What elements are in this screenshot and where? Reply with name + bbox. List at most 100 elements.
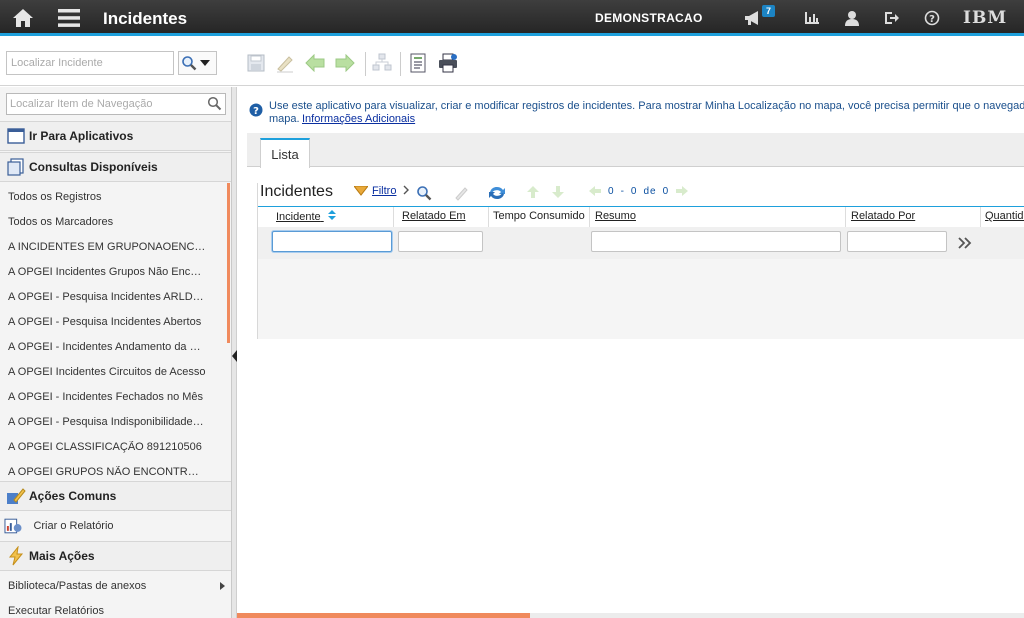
tab-list[interactable]: Lista [260,138,310,168]
pagination: 0 - 0 de 0 [588,185,689,197]
clear-filter-button[interactable] [454,185,470,201]
common-actions-section[interactable]: Ações Comuns [0,481,231,511]
report-icon [4,518,22,533]
refresh-icon [489,186,505,200]
help-button[interactable]: ? [920,0,944,36]
pager-sep: - [620,185,625,197]
query-item[interactable]: A OPGEI - Pesquisa Incidentes ARLD Abert… [0,284,226,309]
scrollbar-thumb[interactable] [237,613,530,618]
chevron-down-icon [200,60,210,66]
run-reports-item[interactable]: Executar Relatórios [0,598,226,618]
query-item[interactable]: Todos os Registros [0,184,226,209]
attachments-library-item[interactable]: Biblioteca/Pastas de anexos [0,573,226,598]
filter-button[interactable]: Filtro [354,185,396,197]
find-navigation-item-input[interactable] [6,93,226,115]
horizontal-scrollbar[interactable] [237,613,1024,618]
queries-scrollbar[interactable] [227,183,230,343]
column-header-incident[interactable]: Incidente [276,210,336,223]
svg-text:?: ? [253,106,259,117]
hamburger-icon [58,9,80,27]
svg-text:?: ? [929,14,935,25]
workflow-button[interactable] [371,52,393,74]
query-item[interactable]: A OPGEI - Pesquisa Incidentes Abertos [0,309,226,334]
double-chevron-right-icon[interactable] [958,237,972,249]
arrow-left-icon[interactable] [588,185,602,197]
document-list-icon [410,53,426,73]
column-header-summary[interactable]: Resumo [595,210,636,222]
column-header-time-spent[interactable]: Tempo Consumido [493,210,585,222]
table-header: Incidente Relatado Em Tempo Consumido Re… [258,206,1024,227]
clear-changes-button[interactable] [274,52,296,74]
previous-record-button[interactable] [304,52,326,74]
reported-by-filter-field[interactable] [847,231,947,252]
menu-button[interactable] [54,0,84,36]
actions-pencil-icon [6,486,26,506]
arrow-down-icon [552,186,564,198]
query-item[interactable]: A OPGEI CLASSIFICAÇÃO 891210506 [0,434,226,459]
section-label: Ações Comuns [29,489,117,503]
sign-out-icon [885,12,899,24]
chevron-right-icon [403,185,409,195]
arrow-left-icon [305,54,325,72]
notification-badge[interactable]: 7 [762,5,776,17]
table-title: Incidentes [260,183,333,200]
search-options-button[interactable] [178,51,217,75]
create-report-item[interactable]: Criar o Relatório [0,513,226,538]
section-label: Ir Para Aplicativos [29,129,134,143]
last-page-button[interactable] [551,185,565,199]
save-button[interactable] [245,52,267,74]
home-button[interactable] [8,0,38,36]
view-list-button[interactable] [407,52,429,74]
bar-chart-icon [805,12,819,24]
query-item[interactable]: A OPGEI - Incidentes Andamento da Semana [0,334,226,359]
reports-button[interactable] [800,0,824,36]
arrow-right-icon[interactable] [675,185,689,197]
printer-icon [439,53,457,73]
app-title: Incidentes [103,9,188,28]
expand-filter-button[interactable] [403,185,409,195]
tab-bar: Lista [247,133,1024,168]
profile-button[interactable] [840,0,864,36]
query-item[interactable]: A OPGEI - Incidentes Fechados no Mês [0,384,226,409]
reported-date-filter-field[interactable] [398,231,483,252]
results-table-panel: Incidentes Filtro 0 - 0 de 0 Incidente R… [257,183,1024,339]
query-item[interactable]: A OPGEI Incidentes Circuitos de Acesso [0,359,226,384]
magnifier-icon[interactable] [207,96,222,111]
chevron-right-icon [220,581,225,590]
first-page-button[interactable] [526,185,540,199]
sort-icon [327,210,336,220]
print-button[interactable] [437,52,459,74]
column-header-reported-date[interactable]: Relatado Em [402,210,466,222]
toolbar-separator [400,52,401,76]
query-item[interactable]: A OPGEI - Pesquisa Indisponibilidade de … [0,409,226,434]
query-documents-icon [6,157,26,177]
sign-out-button[interactable] [880,0,904,36]
more-actions-section[interactable]: Mais Ações [0,541,231,571]
next-record-button[interactable] [334,52,356,74]
column-header-reported-by[interactable]: Relatado Por [851,210,915,222]
query-item[interactable]: A OPGEI Incidentes Grupos Não Encontrado… [0,259,226,284]
refresh-button[interactable] [488,185,506,201]
summary-filter-field[interactable] [591,231,841,252]
section-label: Mais Ações [29,549,95,563]
go-to-applications-section[interactable]: Ir Para Aplicativos [0,121,231,151]
toolbar-separator [365,52,366,76]
home-icon [13,9,33,27]
query-item[interactable]: A INCIDENTES EM GRUPONAOENCONTRADO [0,234,226,259]
magnifier-icon [182,56,197,71]
column-header-quantity[interactable]: Quantidade [985,210,1024,222]
ibm-logo: IBM [963,8,1008,28]
arrow-up-icon [527,186,539,198]
find-incident-input[interactable] [6,51,174,75]
available-queries-section[interactable]: Consultas Disponíveis [0,152,231,182]
help-info-icon: ? [249,103,263,117]
find-button[interactable] [416,185,432,201]
workflow-icon [372,53,392,71]
magnifier-icon [417,186,432,201]
pager-of: de [643,185,657,197]
section-label: Consultas Disponíveis [29,160,158,174]
eraser-pencil-icon [277,56,293,73]
incident-filter-field[interactable] [272,231,392,252]
more-information-link[interactable]: Informações Adicionais [302,113,415,125]
query-item[interactable]: Todos os Marcadores [0,209,226,234]
